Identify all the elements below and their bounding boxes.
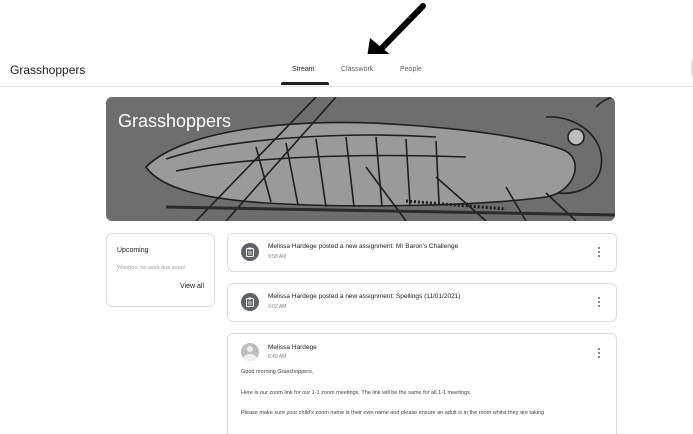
tab-stream[interactable]: Stream: [292, 66, 315, 73]
more-options-icon[interactable]: [597, 247, 601, 259]
view-all-link[interactable]: View all: [180, 283, 204, 290]
upcoming-empty-text: Woohoo, no work due soon!: [117, 265, 186, 271]
stream-post[interactable]: Melissa Hardege posted a new assignment:…: [227, 283, 617, 322]
assignment-icon: [241, 243, 259, 261]
post-time: 9:58 AM: [268, 254, 287, 260]
announcement-text-line: Please make sure your child's zoom name …: [241, 410, 545, 416]
class-name[interactable]: Grasshoppers: [10, 63, 85, 77]
announcement-text-line: Good morning Grasshoppers,: [241, 369, 314, 375]
post-text: Melissa Hardege posted a new assignment:…: [268, 293, 461, 300]
class-banner: Grasshoppers: [106, 97, 615, 221]
upcoming-title: Upcoming: [117, 247, 149, 254]
banner-title: Grasshoppers: [118, 111, 232, 131]
upcoming-card: Upcoming Woohoo, no work due soon! View …: [106, 233, 215, 307]
tab-people[interactable]: People: [400, 66, 422, 73]
announcement-text-line: Here is our zoom link for our 1-1 zoom m…: [241, 390, 472, 396]
tab-classwork[interactable]: Classwork: [341, 66, 373, 73]
stream-post[interactable]: Melissa Hardege posted a new assignment:…: [227, 233, 617, 272]
announcement-author: Melissa Hardege: [268, 344, 317, 351]
announcement-time: 8:49 AM: [268, 354, 287, 360]
post-time: 9:02 AM: [268, 304, 287, 310]
post-text: Melissa Hardege posted a new assignment:…: [268, 243, 459, 250]
avatar: [241, 343, 259, 361]
more-options-icon[interactable]: [597, 297, 601, 309]
assignment-icon: [241, 293, 259, 311]
more-options-icon[interactable]: [597, 348, 601, 360]
active-tab-indicator: [281, 82, 329, 85]
